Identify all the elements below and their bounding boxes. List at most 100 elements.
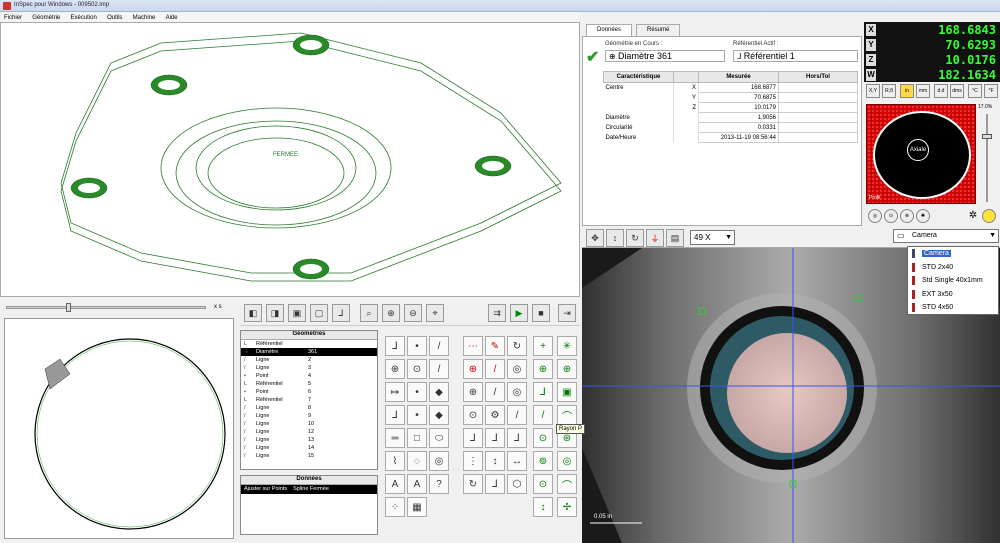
probe-icon[interactable]: ⏚ (646, 229, 664, 247)
light-intensity-slider[interactable]: 17.0% (978, 104, 996, 204)
point-icon-tool-5[interactable]: ◎ (507, 359, 527, 379)
circle-icon-tool-1[interactable]: • (407, 405, 427, 425)
point-icon-tool-6[interactable]: ⊕ (533, 359, 553, 379)
line-icon-tool-5[interactable]: ◎ (507, 382, 527, 402)
arc-icon-tool-4[interactable]: ⅃ (485, 428, 505, 448)
quad-light-icon[interactable]: ⊛ (900, 209, 914, 223)
inch-button[interactable]: in (900, 84, 914, 98)
datum-icon-tool-4[interactable]: ✎ (485, 336, 505, 356)
list-item[interactable]: ⊕ Diamètre 361 (241, 348, 377, 356)
datum-icon-tool-1[interactable]: • (407, 336, 427, 356)
line-icon-tool-6[interactable]: ⅃ (533, 382, 553, 402)
step-forward-icon[interactable]: ⇥ (558, 304, 576, 322)
text-icon-tool-6[interactable]: ⊙ (533, 474, 553, 494)
zoom-slider[interactable] (6, 306, 206, 309)
camera-option[interactable]: EXT 3x50 (908, 288, 998, 302)
menu-fichier[interactable]: Fichier (0, 14, 26, 21)
line-icon-tool-3[interactable]: ⊕ (463, 382, 483, 402)
spline-icon-tool-0[interactable]: ⌇ (385, 451, 405, 471)
view-iso-3-icon[interactable]: ▣ (288, 304, 306, 322)
list-item[interactable]: / Ligne 12 (241, 428, 377, 436)
lamp-icon[interactable] (982, 209, 996, 223)
arc-icon-tool-1[interactable]: □ (407, 428, 427, 448)
celsius-button[interactable]: °C (968, 84, 982, 98)
text-icon-tool-5[interactable]: ⬡ (507, 474, 527, 494)
datum-icon-tool-0[interactable]: ⅃ (385, 336, 405, 356)
view-cube-icon[interactable]: ▢ (310, 304, 328, 322)
point-icon-tool-2[interactable]: / (429, 359, 449, 379)
camera-option[interactable]: Camera (908, 247, 998, 261)
circle-icon-tool-2[interactable]: ◆ (429, 405, 449, 425)
camera-option[interactable]: STD 2x40 (908, 261, 998, 275)
spline-icon-tool-5[interactable]: ↔ (507, 451, 527, 471)
run-step-icon[interactable]: ⇉ (488, 304, 506, 322)
circle-icon-tool-5[interactable]: / (507, 405, 527, 425)
point-icon-tool-1[interactable]: ⊙ (407, 359, 427, 379)
arc-icon-tool-3[interactable]: ⅃ (463, 428, 483, 448)
spline-icon-tool-3[interactable]: ⋮ (463, 451, 483, 471)
arc-icon-tool-2[interactable]: ⬭ (429, 428, 449, 448)
datum-icon-tool-3[interactable]: ⋯ (463, 336, 483, 356)
list-item[interactable]: / Ligne 2 (241, 356, 377, 364)
xy-button[interactable]: X,Y (866, 84, 880, 98)
tab-resume[interactable]: Résumé (636, 24, 681, 36)
datum-icon-tool-6[interactable]: + (533, 336, 553, 356)
circle-icon-tool-3[interactable]: ⊙ (463, 405, 483, 425)
line-icon-tool-2[interactable]: ◆ (429, 382, 449, 402)
circle-icon-tool-7[interactable]: ⌒ (557, 405, 577, 425)
spline-icon-tool-1[interactable]: ◌ (407, 451, 427, 471)
profile-view[interactable] (4, 318, 234, 539)
datum-icon-tool-7[interactable]: ✳ (557, 336, 577, 356)
zoom-slider-thumb[interactable] (66, 303, 71, 312)
datum-icon-tool-5[interactable]: ↻ (507, 336, 527, 356)
point-icon-tool-4[interactable]: / (485, 359, 505, 379)
menu-outils[interactable]: Outils (103, 14, 126, 21)
vertical-arrow-icon[interactable]: ↕ (606, 229, 624, 247)
dms-button[interactable]: dms (950, 84, 964, 98)
list-item[interactable]: Ajuster sur Points Spline Fermée (241, 485, 377, 494)
segment-light-icon[interactable]: ⊙ (884, 209, 898, 223)
full-light-icon[interactable]: ✺ (916, 209, 930, 223)
text-icon-tool-3[interactable]: ↻ (463, 474, 483, 494)
fahrenheit-button[interactable]: °F (984, 84, 998, 98)
camera-option[interactable]: Std Single 40x1mm (908, 274, 998, 288)
play-icon[interactable]: ▶ (510, 304, 528, 322)
line-icon-tool-0[interactable]: ↦ (385, 382, 405, 402)
zoom-fit-icon[interactable]: ⌖ (426, 304, 444, 322)
list-item[interactable]: / Ligne 9 (241, 412, 377, 420)
ring-light-icon[interactable]: ◎ (868, 209, 882, 223)
decimal-degrees-button[interactable]: d.d (934, 84, 948, 98)
view-iso-2-icon[interactable]: ◨ (266, 304, 284, 322)
line-icon-tool-7[interactable]: ▣ (557, 382, 577, 402)
datum-icon-tool-2[interactable]: / (429, 336, 449, 356)
pattern-icon-tool-7[interactable]: ✢ (557, 497, 577, 517)
zoom-in-icon[interactable]: ⊕ (382, 304, 400, 322)
light-ring-control[interactable]: Axiale Profil (866, 104, 976, 204)
zoom-out-icon[interactable]: ⊖ (404, 304, 422, 322)
circle-icon-tool-4[interactable]: ⚙ (485, 405, 505, 425)
stop-icon[interactable]: ■ (532, 304, 550, 322)
text-icon-tool-1[interactable]: A (407, 474, 427, 494)
zoom-window-icon[interactable]: ⌕ (360, 304, 378, 322)
line-icon-tool-4[interactable]: / (485, 382, 505, 402)
menu-execution[interactable]: Exécution (67, 14, 101, 21)
list-item[interactable]: / Ligne 13 (241, 436, 377, 444)
circle-icon-tool-0[interactable]: ⅃ (385, 405, 405, 425)
text-icon-tool-7[interactable]: ⌒ (557, 474, 577, 494)
spline-icon-tool-2[interactable]: ◎ (429, 451, 449, 471)
move-icon[interactable]: ✥ (586, 229, 604, 247)
tab-donnees[interactable]: Données (586, 24, 633, 36)
arc-icon-tool-0[interactable]: ═ (385, 428, 405, 448)
text-icon-tool-0[interactable]: A (385, 474, 405, 494)
point-icon-tool-0[interactable]: ⊕ (385, 359, 405, 379)
camera-option[interactable]: STD 4x60 (908, 301, 998, 315)
view-iso-1-icon[interactable]: ◧ (244, 304, 262, 322)
list-item[interactable]: L Référentiel (241, 340, 377, 348)
list-item[interactable]: • Point 6 (241, 388, 377, 396)
slider-thumb[interactable] (982, 134, 992, 139)
capture-icon[interactable]: ▤ (666, 229, 684, 247)
list-item[interactable]: • Point 4 (241, 372, 377, 380)
slider-track[interactable] (986, 114, 988, 202)
list-item[interactable]: / Ligne 15 (241, 452, 377, 460)
list-item[interactable]: / Ligne 8 (241, 404, 377, 412)
